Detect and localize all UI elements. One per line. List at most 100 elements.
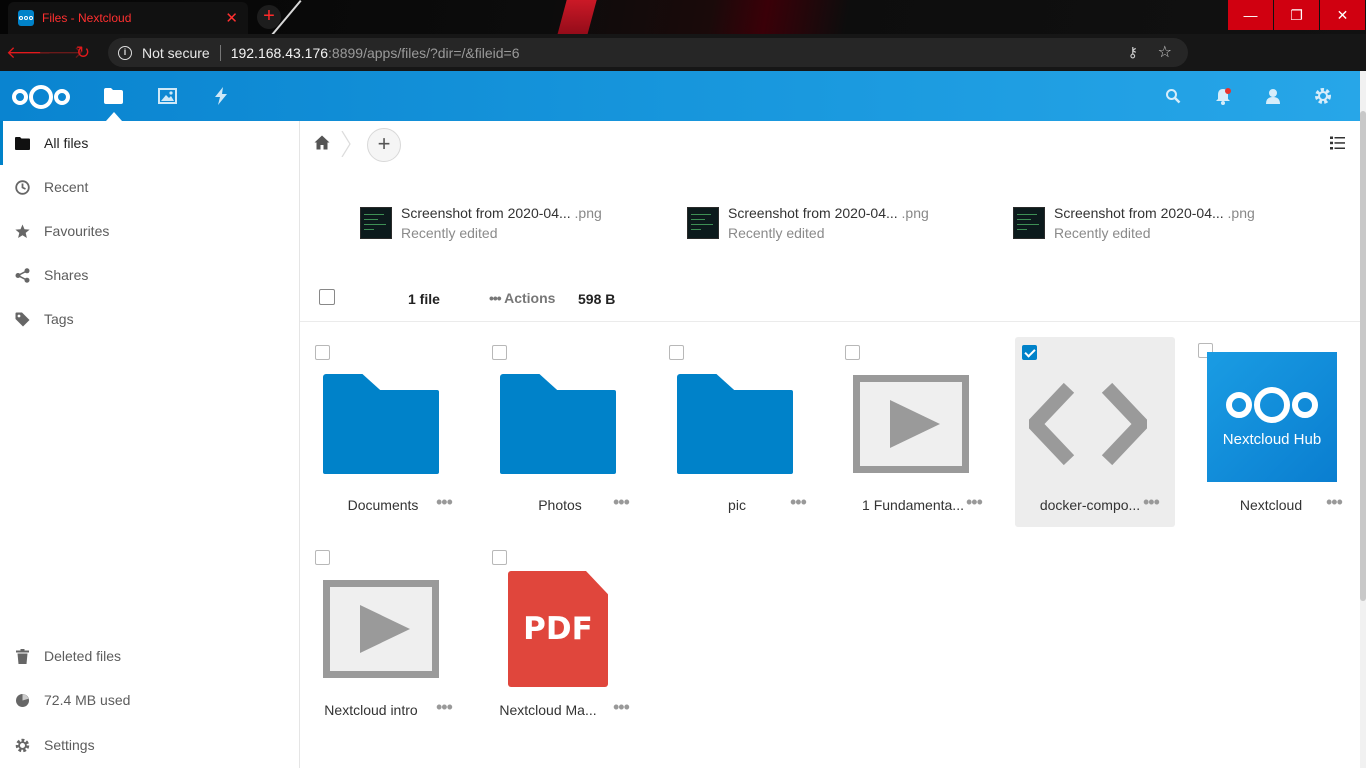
sidebar-item-settings[interactable]: Settings	[0, 723, 299, 767]
activity-app-icon[interactable]	[211, 86, 231, 106]
sidebar-item-label: Recent	[44, 179, 89, 195]
nextcloud-header	[0, 71, 1360, 121]
file-tile-pic[interactable]: pic •••	[662, 337, 822, 527]
screenshot-thumbnail	[1013, 207, 1045, 239]
file-tile-photos[interactable]: Photos •••	[485, 337, 645, 527]
browser-tab[interactable]: Files - Nextcloud ✕	[8, 2, 248, 34]
video-file-icon	[852, 365, 970, 483]
file-checkbox[interactable]	[315, 550, 330, 565]
restore-button[interactable]: ❐	[1274, 0, 1319, 30]
actions-label: Actions	[504, 290, 556, 306]
minimize-button[interactable]: —	[1228, 0, 1273, 30]
star-icon	[14, 223, 30, 239]
info-icon[interactable]: i	[118, 45, 132, 60]
recent-file-name: Screenshot from 2020-04...	[1054, 204, 1224, 221]
reload-icon[interactable]: ↻	[70, 40, 96, 66]
notifications-bell-icon[interactable]	[1213, 86, 1233, 106]
storage-quota[interactable]: 72.4 MB used	[0, 678, 299, 722]
sidebar-item-deleted-files[interactable]: Deleted files	[0, 634, 299, 678]
active-app-indicator	[106, 112, 122, 121]
actions-button[interactable]: ••• Actions	[489, 290, 555, 306]
file-checkbox[interactable]	[1022, 345, 1037, 360]
sidebar-item-label: Favourites	[44, 223, 110, 239]
file-actions-icon[interactable]: •••	[1326, 492, 1343, 513]
file-tile-video[interactable]: 1 Fundamenta... •••	[838, 337, 998, 527]
file-checkbox[interactable]	[315, 345, 330, 360]
file-checkbox[interactable]	[492, 345, 507, 360]
file-actions-icon[interactable]: •••	[966, 492, 983, 513]
file-actions-icon[interactable]: •••	[613, 697, 630, 718]
file-tile-docker-compose[interactable]: docker-compo... •••	[1015, 337, 1175, 527]
pdf-label: PDF	[508, 571, 608, 687]
file-checkbox[interactable]	[845, 345, 860, 360]
key-icon[interactable]: ⚷	[1128, 44, 1138, 61]
image-thumbnail: Nextcloud Hub	[1207, 352, 1337, 482]
sidebar-item-all-files[interactable]: All files	[0, 121, 299, 165]
wallpaper-streak	[550, 0, 600, 34]
sidebar-item-label: Tags	[44, 311, 74, 327]
file-name: Nextcloud Ma...	[499, 702, 597, 718]
folder-icon	[676, 365, 794, 483]
file-checkbox[interactable]	[492, 550, 507, 565]
photos-app-icon[interactable]	[157, 86, 177, 106]
recent-file-item[interactable]: Screenshot from 2020-04... .png Recently…	[360, 205, 680, 241]
file-actions-icon[interactable]: •••	[613, 492, 630, 513]
browser-tabbar: Files - Nextcloud ✕ + — ❐ ✕	[0, 0, 1366, 34]
video-file-icon	[322, 570, 440, 688]
list-view-toggle-icon[interactable]	[1330, 136, 1345, 155]
tag-icon	[14, 311, 30, 327]
file-tile-nextcloud-intro[interactable]: Nextcloud intro •••	[308, 542, 468, 732]
pdf-file-icon: PDF	[499, 570, 617, 688]
file-actions-icon[interactable]: •••	[1143, 492, 1160, 513]
bookmark-star-icon[interactable]: ☆	[1158, 42, 1172, 62]
recent-file-ext: .png	[570, 204, 602, 221]
selection-toolbar: 1 file ••• Actions 598 B	[300, 275, 1360, 322]
contacts-icon[interactable]	[1263, 86, 1283, 106]
close-tab-icon[interactable]: ✕	[225, 9, 238, 27]
screenshot-thumbnail	[360, 207, 392, 239]
security-label: Not secure	[142, 44, 210, 61]
file-checkbox[interactable]	[669, 345, 684, 360]
file-tile-nextcloud-manual[interactable]: PDF Nextcloud Ma... •••	[485, 542, 645, 732]
recent-file-name: Screenshot from 2020-04...	[401, 204, 571, 221]
url-bar[interactable]: i Not secure 192.168.43.176:8899/apps/fi…	[108, 38, 1188, 67]
nextcloud-logo-icon	[1226, 386, 1318, 423]
sidebar-item-tags[interactable]: Tags	[0, 297, 299, 341]
new-file-button[interactable]: +	[367, 128, 401, 162]
home-icon[interactable]	[314, 135, 330, 155]
folder-icon	[499, 365, 617, 483]
url-path: :8899/apps/files/?dir=/&fileid=6	[328, 44, 520, 61]
nextcloud-logo[interactable]	[12, 85, 70, 109]
file-actions-icon[interactable]: •••	[790, 492, 807, 513]
navigation-sidebar: All files Recent Favourites Shares Tags …	[0, 121, 300, 768]
file-tile-nextcloud-image[interactable]: Nextcloud Hub Nextcloud •••	[1192, 337, 1360, 527]
select-all-checkbox[interactable]	[319, 289, 335, 305]
breadcrumb: +	[300, 121, 1360, 167]
back-icon[interactable]: 🡐	[6, 40, 52, 66]
share-icon	[14, 267, 30, 283]
sidebar-item-label: Settings	[44, 737, 95, 753]
tab-title: Files - Nextcloud	[42, 11, 132, 25]
file-name: Nextcloud intro	[324, 702, 418, 718]
forward-icon[interactable]: 🡒	[38, 40, 84, 66]
file-actions-icon[interactable]: •••	[436, 492, 453, 513]
settings-gear-icon[interactable]	[1313, 86, 1333, 106]
sidebar-item-shares[interactable]: Shares	[0, 253, 299, 297]
selected-count: 1 file	[408, 291, 440, 307]
screenshot-thumbnail	[687, 207, 719, 239]
sidebar-item-favourites[interactable]: Favourites	[0, 209, 299, 253]
file-tile-documents[interactable]: Documents •••	[308, 337, 468, 527]
recent-file-item[interactable]: Screenshot from 2020-04... .png Recently…	[1013, 205, 1333, 241]
files-app-icon[interactable]	[103, 86, 123, 106]
close-window-button[interactable]: ✕	[1320, 0, 1365, 30]
url-host: 192.168.43.176	[230, 44, 329, 61]
file-actions-icon[interactable]: •••	[436, 697, 453, 718]
address-toolbar: 🡐 🡒 ↻ i Not secure 192.168.43.176:8899/a…	[0, 34, 1366, 96]
recent-file-item[interactable]: Screenshot from 2020-04... .png Recently…	[687, 205, 1007, 241]
url-separator	[219, 44, 221, 61]
scrollbar-thumb[interactable]	[1360, 111, 1366, 601]
sidebar-item-recent[interactable]: Recent	[0, 165, 299, 209]
new-tab-button[interactable]: +	[257, 5, 281, 29]
search-icon[interactable]	[1163, 86, 1183, 106]
page-scrollbar[interactable]	[1360, 71, 1366, 768]
